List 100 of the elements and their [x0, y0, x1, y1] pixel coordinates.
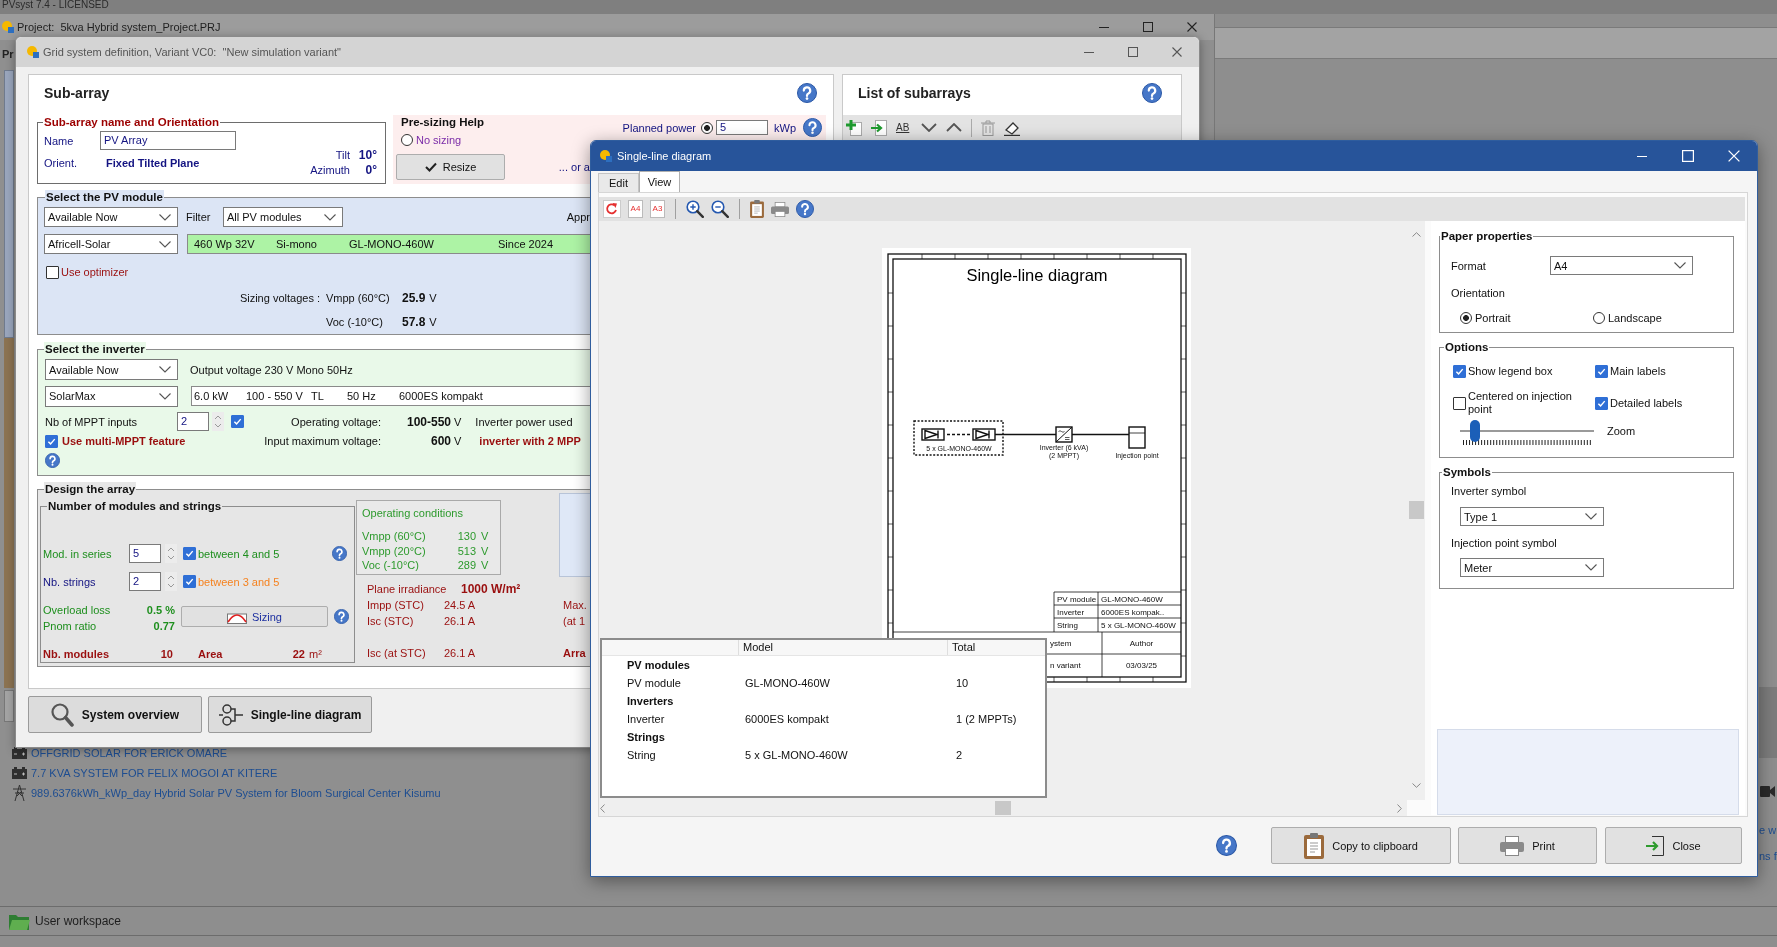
chevron-down-icon[interactable]	[921, 123, 937, 132]
radio-button[interactable]	[401, 134, 413, 146]
radio-label[interactable]: No sizing	[416, 133, 462, 147]
checkbox[interactable]	[45, 434, 58, 448]
radio-button[interactable]	[1460, 312, 1472, 324]
maximize-icon[interactable]	[1143, 22, 1153, 32]
chevron-up-icon[interactable]	[1411, 232, 1421, 237]
copy-button[interactable]: Copy to clipboard	[1271, 827, 1451, 864]
checkbox[interactable]	[183, 575, 196, 588]
checkbox[interactable]	[1595, 396, 1608, 410]
help-icon[interactable]	[796, 200, 814, 218]
scrollbar-thumb[interactable]	[1408, 501, 1424, 519]
power-field[interactable]: 5	[716, 120, 768, 135]
checkbox-label[interactable]: Centered on injection point	[1468, 390, 1580, 416]
slider-thumb[interactable]	[1469, 420, 1480, 442]
arrow-right-icon[interactable]	[871, 119, 887, 136]
value-text: 513	[457, 543, 476, 558]
radio-label[interactable]: Planned power	[622, 120, 696, 135]
field-label: Impp (STC)	[367, 599, 424, 611]
help-icon[interactable]	[1216, 835, 1237, 856]
resize-button[interactable]: Resize	[396, 154, 505, 180]
field-label: Nb. modules	[43, 647, 109, 661]
page-format-button[interactable]: A4	[628, 200, 643, 218]
dropdown[interactable]: Type 1	[1460, 507, 1604, 526]
dropdown[interactable]: Available Now	[44, 207, 178, 227]
chevron-down-icon[interactable]	[1411, 783, 1421, 788]
radio-label[interactable]: Landscape	[1608, 311, 1662, 325]
help-icon[interactable]	[1142, 83, 1162, 103]
checkbox-label[interactable]: Detailed labels	[1610, 396, 1683, 410]
zoom-out-icon[interactable]	[711, 200, 729, 218]
spin-field[interactable]: 2	[177, 412, 209, 431]
help-icon[interactable]	[803, 118, 822, 137]
column-header[interactable]: Total	[947, 640, 1045, 655]
column-header[interactable]: Model	[738, 640, 947, 655]
help-icon[interactable]	[45, 453, 60, 468]
print-button[interactable]: Print	[1458, 827, 1597, 864]
dropdown[interactable]: SolarMax	[45, 385, 178, 407]
value-text: 22	[292, 647, 305, 661]
field-label: Plane irradiance	[367, 583, 447, 595]
video-camera-icon[interactable]	[1760, 785, 1775, 798]
radio-button[interactable]	[701, 121, 713, 134]
dropdown[interactable]: All PV modules	[223, 207, 343, 227]
single-line-diagram-button[interactable]: Single-line diagram	[208, 696, 372, 733]
tab[interactable]: View	[639, 171, 680, 192]
checkbox[interactable]	[183, 547, 196, 560]
name-field[interactable]: PV Array	[100, 131, 236, 150]
checkbox-label[interactable]: Main labels	[1610, 364, 1666, 378]
printer-icon[interactable]	[1500, 835, 1525, 856]
checkbox[interactable]	[1453, 364, 1466, 378]
help-icon[interactable]	[332, 546, 347, 561]
dropdown[interactable]: Available Now	[45, 359, 178, 380]
radio-button[interactable]	[1593, 312, 1605, 324]
checkbox-label[interactable]: Use multi-MPPT feature	[62, 434, 186, 448]
refresh-icon[interactable]	[603, 200, 621, 218]
system-overview-button[interactable]: System overview	[28, 696, 202, 733]
rename-button[interactable]: AB	[896, 121, 912, 134]
string-frame[interactable]	[913, 420, 1004, 456]
inverter-symbol[interactable]	[1055, 426, 1073, 443]
close-button[interactable]: Close	[1605, 827, 1742, 864]
dropdown[interactable]: A4	[1550, 256, 1693, 275]
pv-module-symbol[interactable]	[921, 428, 945, 441]
checkbox[interactable]	[46, 265, 59, 279]
pv-module-symbol[interactable]	[972, 428, 996, 441]
plus-icon[interactable]	[846, 119, 862, 136]
radio-label[interactable]: Portrait	[1475, 311, 1511, 325]
trash-icon[interactable]	[981, 119, 995, 136]
dropdown[interactable]: Meter	[1460, 558, 1604, 577]
maximize-icon[interactable]	[1128, 47, 1138, 57]
close-icon[interactable]	[1187, 22, 1197, 32]
help-icon[interactable]	[797, 83, 817, 103]
minimize-icon[interactable]	[1099, 26, 1109, 28]
scrollbar-thumb[interactable]	[995, 801, 1011, 815]
spin-field[interactable]: 2	[129, 572, 161, 591]
checkbox-label[interactable]: Use optimizer	[61, 265, 129, 279]
help-icon[interactable]	[334, 609, 349, 624]
page-format-button[interactable]: A3	[650, 200, 665, 218]
chevron-left-icon[interactable]	[600, 803, 605, 813]
chevron-up-icon[interactable]	[946, 123, 962, 132]
checkbox[interactable]	[231, 415, 244, 428]
checkbox[interactable]	[1453, 396, 1466, 410]
inverter-selector[interactable]: 6.0 kW 100 - 550 V TL 50 Hz 6000ES kompakt	[191, 386, 590, 406]
spin-field[interactable]: 5	[129, 544, 161, 563]
printer-icon[interactable]	[771, 201, 789, 217]
vertical-scrollbar[interactable]	[1407, 221, 1425, 800]
close-icon[interactable]	[1172, 47, 1182, 57]
chevron-right-icon[interactable]	[1397, 803, 1402, 813]
module-selector[interactable]: 460 Wp 32V Si-mono GL-MONO-460W Since 2024	[187, 234, 590, 254]
minimize-icon[interactable]	[1084, 51, 1094, 53]
checkbox-label[interactable]: Show legend box	[1468, 364, 1553, 378]
clipboard-icon[interactable]	[750, 200, 764, 218]
tab[interactable]: Edit	[598, 173, 639, 192]
checkbox[interactable]	[1595, 364, 1608, 378]
zoom-in-icon[interactable]	[686, 200, 704, 218]
horizontal-scrollbar[interactable]	[599, 800, 1407, 816]
workspace-label[interactable]: User workspace	[35, 914, 122, 928]
sizing-button[interactable]: Sizing	[181, 606, 328, 627]
clipboard-icon[interactable]	[1304, 832, 1325, 859]
meter-symbol[interactable]	[1128, 426, 1146, 449]
dropdown[interactable]: Africell-Solar	[44, 234, 178, 254]
box-title: Operating conditions	[362, 506, 463, 520]
